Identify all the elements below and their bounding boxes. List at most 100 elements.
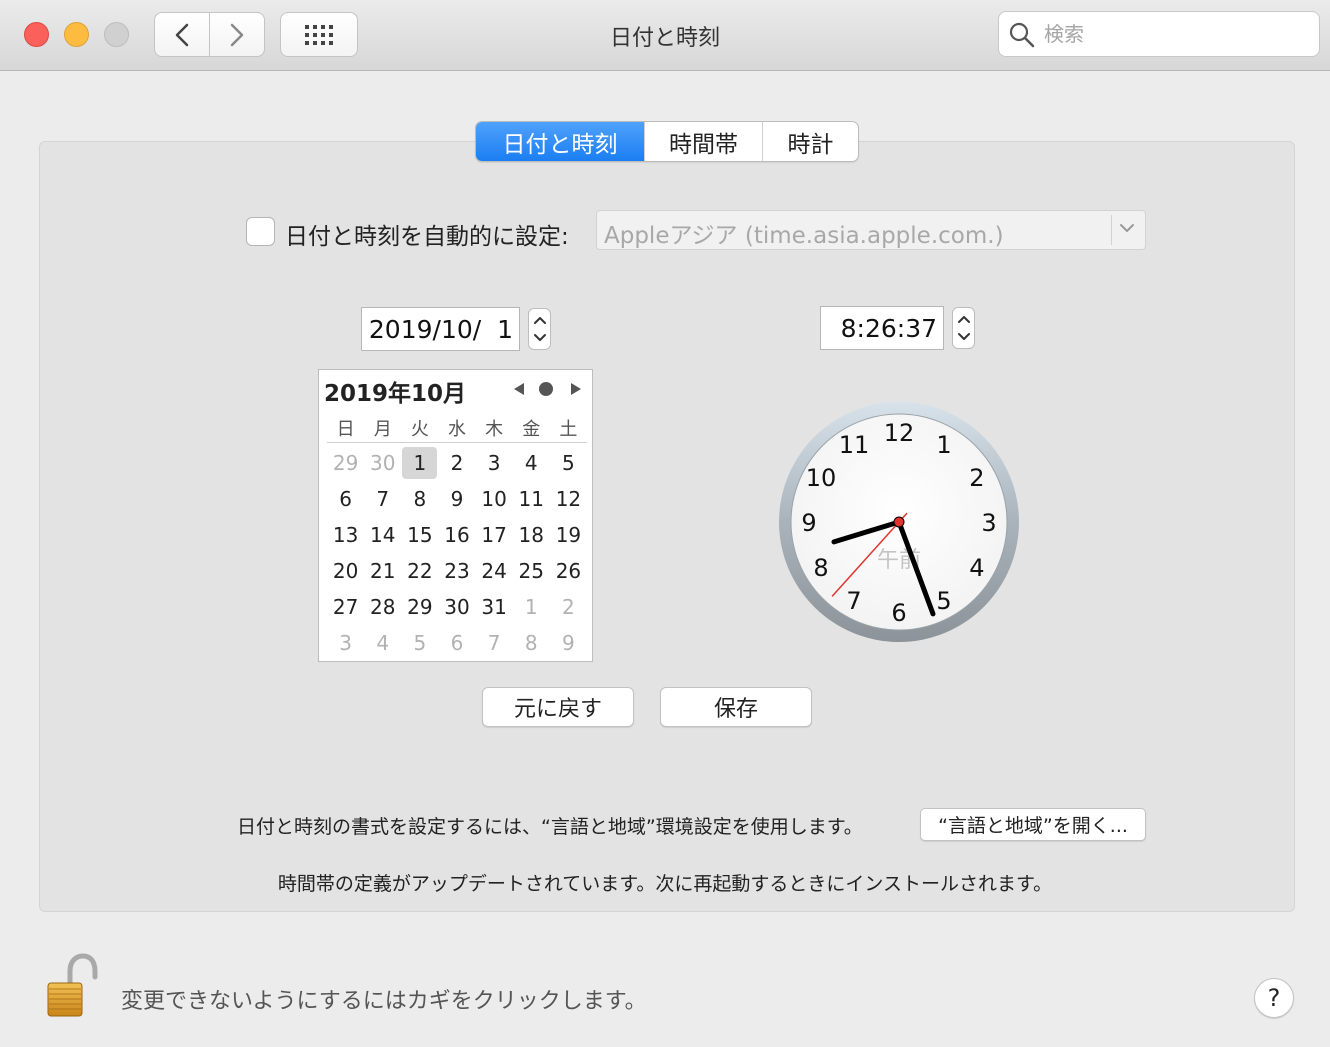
stepper-down-icon[interactable]: [957, 332, 971, 342]
calendar-day[interactable]: 14: [364, 517, 401, 553]
calendar-day[interactable]: 9: [550, 625, 587, 661]
tab-time-zone[interactable]: 時間帯: [645, 122, 763, 161]
calendar-day[interactable]: 21: [364, 553, 401, 589]
calendar-day[interactable]: 8: [513, 625, 550, 661]
calendar-day[interactable]: 7: [476, 625, 513, 661]
calendar-day[interactable]: 3: [327, 625, 364, 661]
calendar-day[interactable]: 25: [513, 553, 550, 589]
revert-button[interactable]: 元に戻す: [482, 687, 634, 727]
calendar-day[interactable]: 19: [550, 517, 587, 553]
calendar-day[interactable]: 27: [327, 589, 364, 625]
calendar-day[interactable]: 13: [327, 517, 364, 553]
calendar-month-title: 2019年10月: [324, 381, 467, 407]
weekday-label: 木: [485, 419, 504, 440]
auto-time-label: 日付と時刻を自動的に設定:: [285, 224, 569, 250]
calendar-day[interactable]: 6: [327, 481, 364, 517]
calendar-day[interactable]: 31: [476, 589, 513, 625]
calendar-day[interactable]: 7: [364, 481, 401, 517]
search-input[interactable]: [1044, 18, 1304, 50]
calendar-day[interactable]: 9: [438, 481, 475, 517]
calendar-day[interactable]: 8: [401, 481, 438, 517]
clock-number: 1: [936, 431, 951, 459]
time-server-select[interactable]: Appleアジア (time.asia.apple.com.): [596, 210, 1146, 250]
clock-number: 6: [891, 599, 906, 627]
calendar: 2019年10月 日 月 火 水 木 金 土 29 30 1 2 3 4 5 6 7 8 9 10 11…: [318, 369, 593, 662]
calendar-day[interactable]: 5: [550, 445, 587, 481]
calendar-day[interactable]: 15: [401, 517, 438, 553]
weekday-label: 水: [447, 419, 466, 440]
calendar-day[interactable]: 30: [364, 445, 401, 481]
format-note: 日付と時刻の書式を設定するには、“言語と地域”環境設定を使用します。: [237, 816, 863, 838]
calendar-day[interactable]: 23: [438, 553, 475, 589]
weekday-header: 日 月 火 水 木 金 土: [327, 415, 587, 443]
stepper-up-icon[interactable]: [957, 314, 971, 324]
search-field[interactable]: [998, 11, 1320, 57]
settings-panel: [39, 141, 1295, 912]
weekday-label: 月: [373, 419, 392, 440]
open-language-region-button[interactable]: “言語と地域”を開く...: [920, 808, 1146, 841]
save-button[interactable]: 保存: [660, 687, 812, 727]
weekday-label: 金: [522, 419, 541, 440]
tab-clock[interactable]: 時計: [763, 122, 858, 161]
weekday-label: 日: [336, 419, 355, 440]
calendar-day[interactable]: 24: [476, 553, 513, 589]
auto-time-checkbox[interactable]: [246, 217, 275, 246]
tab-date-time[interactable]: 日付と時刻: [476, 122, 645, 161]
chevron-down-icon: [1120, 224, 1134, 232]
time-field[interactable]: 8:26:37: [820, 306, 944, 350]
stepper-down-icon[interactable]: [533, 333, 547, 343]
calendar-day[interactable]: 11: [513, 481, 550, 517]
calendar-day[interactable]: 4: [513, 445, 550, 481]
calendar-day[interactable]: 28: [364, 589, 401, 625]
clock-number: 3: [981, 509, 996, 537]
calendar-day[interactable]: 29: [327, 445, 364, 481]
stepper-up-icon[interactable]: [533, 315, 547, 325]
next-month-icon[interactable]: [569, 381, 583, 397]
calendar-day[interactable]: 2: [550, 589, 587, 625]
calendar-day[interactable]: 3: [476, 445, 513, 481]
weekday-label: 火: [410, 419, 429, 440]
title-bar: 日付と時刻: [0, 0, 1330, 71]
calendar-day[interactable]: 10: [476, 481, 513, 517]
date-field[interactable]: 2019/10/ 1: [361, 307, 520, 351]
help-button[interactable]: ?: [1254, 978, 1294, 1018]
calendar-day[interactable]: 29: [401, 589, 438, 625]
weekday-label: 土: [559, 419, 578, 440]
analog-clock: 12 1234567891011 午前: [779, 402, 1019, 642]
search-icon: [1009, 22, 1035, 48]
calendar-day[interactable]: 2: [438, 445, 475, 481]
calendar-grid: 29 30 1 2 3 4 5 6 7 8 9 10 11 12 13 14 15 16 17 18 19 20 21 22 2…: [327, 445, 587, 661]
calendar-day[interactable]: 5: [401, 625, 438, 661]
clock-center-pin: [893, 516, 905, 528]
clock-number: 4: [969, 554, 984, 582]
lock-message: 変更できないようにするにはカギをクリックします。: [121, 989, 647, 1014]
calendar-day[interactable]: 18: [513, 517, 550, 553]
clock-number: 9: [801, 509, 816, 537]
calendar-day[interactable]: 6: [438, 625, 475, 661]
calendar-day[interactable]: 16: [438, 517, 475, 553]
select-divider: [1111, 215, 1112, 245]
clock-number: 2: [969, 464, 984, 492]
calendar-day[interactable]: 30: [438, 589, 475, 625]
calendar-day[interactable]: 1: [513, 589, 550, 625]
tab-bar: 日付と時刻 時間帯 時計: [475, 121, 859, 162]
time-stepper[interactable]: [952, 307, 975, 349]
clock-number: 7: [846, 587, 861, 615]
clock-number: 12: [884, 419, 915, 447]
calendar-day[interactable]: 1: [402, 447, 438, 479]
clock-number: 8: [813, 554, 828, 582]
today-button[interactable]: [539, 382, 553, 396]
calendar-day[interactable]: 17: [476, 517, 513, 553]
time-server-value: Appleアジア (time.asia.apple.com.): [604, 223, 1004, 249]
unlocked-lock-icon[interactable]: [44, 953, 100, 1019]
calendar-day[interactable]: 12: [550, 481, 587, 517]
timezone-update-note: 時間帯の定義がアップデートされています。次に再起動するときにインストールされます…: [277, 873, 1053, 895]
clock-number: 10: [806, 464, 837, 492]
clock-number: 11: [839, 431, 870, 459]
date-stepper[interactable]: [528, 308, 551, 350]
calendar-day[interactable]: 22: [401, 553, 438, 589]
calendar-day[interactable]: 26: [550, 553, 587, 589]
calendar-day[interactable]: 20: [327, 553, 364, 589]
previous-month-icon[interactable]: [512, 381, 526, 397]
calendar-day[interactable]: 4: [364, 625, 401, 661]
